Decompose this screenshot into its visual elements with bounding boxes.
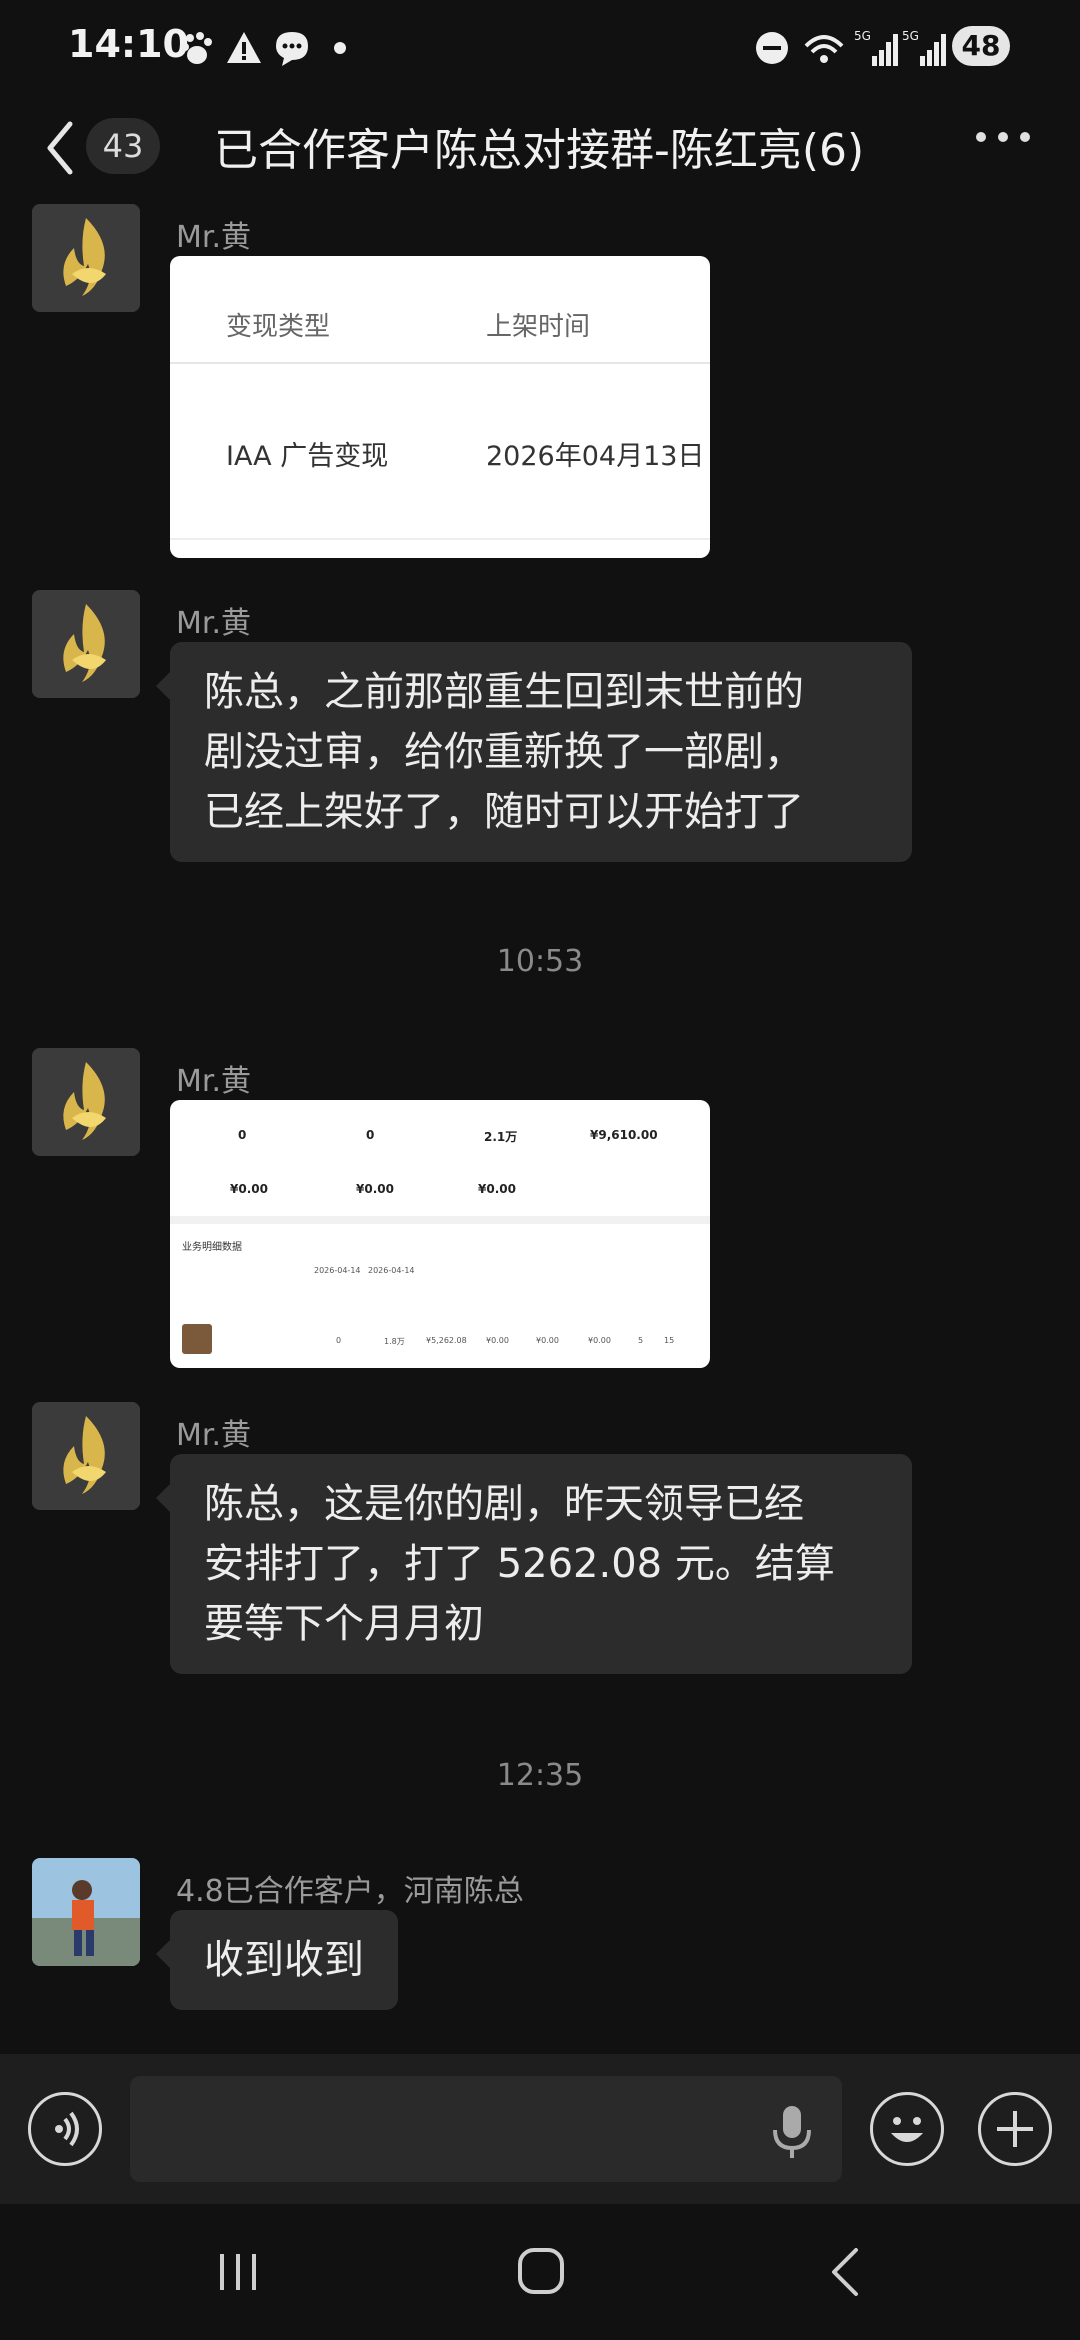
table-cell: ¥5,262.08 — [426, 1336, 467, 1345]
signal-5g-icon-1: 5G — [854, 29, 898, 66]
avatar-mr-huang[interactable] — [32, 590, 140, 698]
shared-image-dashboard[interactable]: 0 0 2.1万 ¥9,610.00 ¥0.00 ¥0.00 ¥0.00 业务明… — [170, 1100, 710, 1368]
mic-icon[interactable] — [770, 2104, 814, 2160]
person-photo-icon — [32, 1858, 140, 1966]
wifi-icon — [804, 35, 844, 63]
sender-name: Mr.黄 — [176, 1418, 251, 1453]
stat-value: ¥0.00 — [356, 1182, 394, 1196]
status-time: 14:10 — [68, 22, 189, 66]
table-cell: 0 — [336, 1336, 342, 1345]
message-bubble[interactable]: 陈总，之前那部重生回到末世前的 剧没过审，给你重新换了一部剧， 已经上架好了，随… — [156, 642, 912, 862]
signal-5g-icon-2: 5G — [902, 29, 946, 66]
stat-value: 2.1万 — [484, 1130, 518, 1144]
voice-icon[interactable] — [28, 2092, 102, 2166]
dot-icon — [334, 42, 346, 54]
timestamp: 10:53 — [496, 944, 584, 979]
table-cell: 15 — [664, 1336, 675, 1345]
message-notification-icon — [276, 32, 308, 66]
svg-text:5G: 5G — [854, 29, 871, 43]
sender-name: Mr.黄 — [176, 1064, 251, 1099]
recents-icon[interactable] — [214, 2248, 262, 2296]
date-from: 2026-04-14 — [314, 1266, 361, 1275]
stat-value: 0 — [366, 1128, 375, 1142]
battery-indicator: 48 — [952, 26, 1010, 66]
divider — [170, 538, 710, 540]
message-line: 安排打了，打了 5262.08 元。结算 — [204, 1541, 835, 1587]
stat-value: ¥0.00 — [478, 1182, 516, 1196]
sender-name: Mr.黄 — [176, 220, 251, 255]
sender-name: Mr.黄 — [176, 606, 251, 641]
table-cell: 5 — [638, 1336, 644, 1345]
baidu-paw-icon — [181, 32, 212, 64]
back-icon[interactable] — [40, 116, 80, 180]
message-bubble[interactable]: 收到收到 — [156, 1910, 398, 2010]
timestamp: 12:35 — [496, 1758, 584, 1793]
chat-title: 已合作客户陈总对接群-陈红亮(6) — [214, 125, 865, 176]
system-nav-bar — [0, 2204, 1080, 2340]
avatar-mr-huang[interactable] — [32, 204, 140, 312]
table-cell: ¥0.00 — [588, 1336, 611, 1345]
avatar-mr-huang[interactable] — [32, 1048, 140, 1156]
message-line: 收到收到 — [204, 1937, 364, 1983]
flame-logo-icon — [32, 1402, 140, 1510]
message-line: 陈总，之前那部重生回到末世前的 — [204, 669, 804, 715]
nav-back-icon[interactable] — [826, 2246, 866, 2298]
message-line: 已经上架好了，随时可以开始打了 — [204, 789, 804, 835]
stat-value: ¥9,610.00 — [590, 1128, 658, 1142]
flame-logo-icon — [32, 590, 140, 698]
plus-icon[interactable] — [978, 2092, 1052, 2166]
home-icon[interactable] — [516, 2246, 566, 2296]
table-cell: ¥0.00 — [536, 1336, 559, 1345]
flame-logo-icon — [32, 204, 140, 312]
sender-name: 4.8已合作客户，河南陈总 — [176, 1874, 524, 1909]
section-separator — [170, 1216, 710, 1224]
input-bar — [0, 2054, 1080, 2204]
flame-logo-icon — [32, 1048, 140, 1156]
dnd-icon — [756, 32, 788, 64]
table-cell: ¥0.00 — [486, 1336, 509, 1345]
table-cell: 1.8万 — [384, 1337, 405, 1346]
message-line: 陈总，这是你的剧，昨天领导已经 — [204, 1481, 804, 1527]
warning-icon — [227, 32, 261, 63]
message-line: 剧没过审，给你重新换了一部剧， — [204, 729, 804, 775]
shared-image-monetization[interactable]: 变现类型 上架时间 IAA 广告变现 2026年04月13日 — [170, 256, 710, 558]
col-header-type: 变现类型 — [226, 312, 331, 342]
divider — [170, 362, 710, 364]
unread-count-badge[interactable]: 43 — [86, 118, 160, 174]
svg-text:5G: 5G — [902, 29, 919, 43]
message-bubble[interactable]: 陈总，这是你的剧，昨天领导已经 安排打了，打了 5262.08 元。结算 要等下… — [156, 1454, 912, 1674]
drama-thumbnail — [182, 1324, 212, 1354]
message-input[interactable] — [130, 2076, 842, 2182]
more-icon[interactable] — [976, 132, 1030, 148]
avatar-mr-huang[interactable] — [32, 1402, 140, 1510]
status-bar: 14:10 5G 5G 48 — [0, 0, 1080, 96]
message-line: 要等下个月月初 — [204, 1601, 484, 1647]
chat-header: 43 已合作客户陈总对接群-陈红亮(6) — [0, 96, 1080, 204]
stat-value: 0 — [238, 1128, 247, 1142]
value-time: 2026年04月13日 — [486, 441, 705, 472]
emoji-icon[interactable] — [870, 2092, 944, 2166]
avatar-client-chen[interactable] — [32, 1858, 140, 1966]
section-title: 业务明细数据 — [182, 1242, 242, 1253]
value-type: IAA 广告变现 — [226, 441, 389, 472]
stat-value: ¥0.00 — [230, 1182, 268, 1196]
date-to: 2026-04-14 — [368, 1266, 415, 1275]
col-header-time: 上架时间 — [486, 312, 591, 342]
